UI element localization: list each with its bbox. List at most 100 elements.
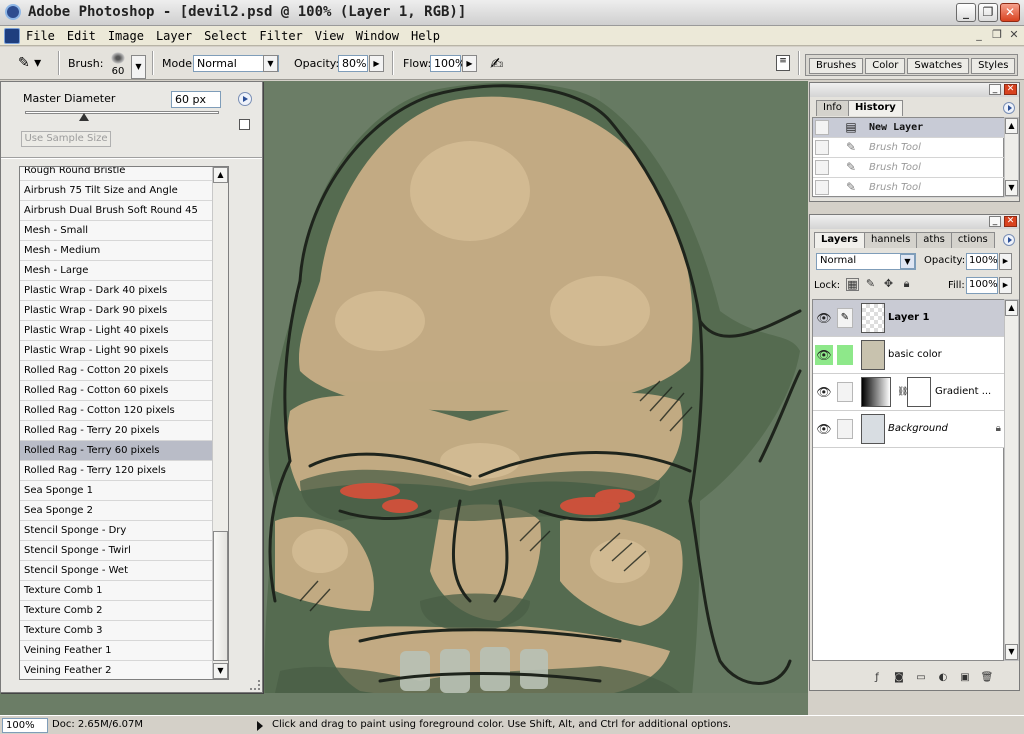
scroll-up-button[interactable]: ▲ <box>213 167 228 183</box>
new-brush-button[interactable] <box>239 119 250 130</box>
brush-item[interactable]: Sea Sponge 1 <box>20 481 213 501</box>
history-list[interactable]: ▤ New Layer ✎ Brush Tool ✎ Brush Tool ✎ … <box>812 117 1005 198</box>
menu-window[interactable]: Window <box>356 29 399 43</box>
palette-close-button[interactable]: ✕ <box>1004 84 1017 95</box>
menu-view[interactable]: View <box>315 29 344 43</box>
scroll-thumb[interactable] <box>213 531 228 661</box>
tab-color[interactable]: Color <box>865 58 906 74</box>
menu-image[interactable]: Image <box>108 29 144 43</box>
palette-options-icon[interactable]: ≡ <box>776 55 790 71</box>
brush-item[interactable]: Rolled Rag - Cotton 120 pixels <box>20 401 213 421</box>
history-state[interactable]: ✎ Brush Tool <box>813 178 1005 198</box>
history-state[interactable]: ✎ Brush Tool <box>813 158 1005 178</box>
lock-pixels-icon[interactable]: ✎ <box>864 278 877 291</box>
history-source-box[interactable] <box>815 180 829 195</box>
layers-menu-button[interactable] <box>1003 234 1015 246</box>
tool-preset-picker[interactable]: ✎ ▾ <box>18 55 54 73</box>
brush-item[interactable]: Rolled Rag - Terry 120 pixels <box>20 461 213 481</box>
brush-item[interactable]: Stencil Sponge - Wet <box>20 561 213 581</box>
brush-menu-button[interactable] <box>238 92 252 106</box>
link-box[interactable] <box>837 345 853 365</box>
brush-list-scrollbar[interactable]: ▲ ▼ <box>212 167 228 679</box>
history-source-box[interactable] <box>815 120 829 135</box>
layer-opacity-slider-button[interactable]: ▶ <box>999 253 1012 270</box>
tab-actions[interactable]: ctions <box>950 232 995 248</box>
status-menu-arrow-icon[interactable] <box>257 721 263 731</box>
tab-history[interactable]: History <box>847 100 903 116</box>
brush-item[interactable]: Rough Round Bristle <box>20 167 213 181</box>
layer-row-basic-color[interactable]: 👁︎ basic color <box>813 337 1005 374</box>
new-layer-icon[interactable]: ▣ <box>957 672 973 686</box>
opacity-slider-button[interactable]: ▶ <box>369 55 384 72</box>
mode-select-arrow[interactable]: ▼ <box>263 55 278 72</box>
palette-minimize-button[interactable]: _ <box>989 84 1001 95</box>
tab-styles[interactable]: Styles <box>971 58 1016 74</box>
doc-close-button[interactable]: ✕ <box>1005 28 1023 44</box>
brush-picker-arrow[interactable]: ▼ <box>131 55 146 79</box>
restore-button[interactable]: ❐ <box>978 3 998 22</box>
palette-close-button[interactable]: ✕ <box>1004 216 1017 227</box>
brush-item[interactable]: Plastic Wrap - Light 90 pixels <box>20 341 213 361</box>
brush-item[interactable]: Mesh - Large <box>20 261 213 281</box>
tab-swatches[interactable]: Swatches <box>907 58 970 74</box>
fill-slider-button[interactable]: ▶ <box>999 277 1012 294</box>
menu-select[interactable]: Select <box>204 29 247 43</box>
link-box[interactable] <box>837 382 853 402</box>
brush-preset-picker[interactable]: 60 <box>106 52 130 77</box>
menu-filter[interactable]: Filter <box>259 29 302 43</box>
lock-position-icon[interactable]: ✥ <box>882 278 895 291</box>
layer-row-gradient[interactable]: 👁︎ ⛓ Gradient ... <box>813 374 1005 411</box>
brush-item[interactable]: Veining Feather 1 <box>20 641 213 661</box>
brush-item[interactable]: Airbrush 75 Tilt Size and Angle <box>20 181 213 201</box>
doc-restore-button[interactable]: ❐ <box>988 28 1006 44</box>
menu-help[interactable]: Help <box>411 29 440 43</box>
layer-row-background[interactable]: 👁︎ Background 🔒︎ <box>813 411 1005 448</box>
scroll-up-button[interactable]: ▲ <box>1005 118 1018 134</box>
airbrush-icon[interactable]: ✍ <box>490 54 503 73</box>
tab-paths[interactable]: aths <box>916 232 952 248</box>
link-box[interactable] <box>837 419 853 439</box>
layers-palette-titlebar[interactable]: _ ✕ <box>810 215 1019 229</box>
tab-channels[interactable]: hannels <box>864 232 918 248</box>
adjustment-layer-icon[interactable]: ◐ <box>935 672 951 686</box>
history-source-box[interactable] <box>815 160 829 175</box>
flow-field[interactable]: 100% <box>430 55 465 72</box>
zoom-field[interactable]: 100% <box>2 718 48 733</box>
history-palette-titlebar[interactable]: _ ✕ <box>810 83 1019 97</box>
brush-list[interactable]: Rough Round Bristle Airbrush 75 Tilt Size… <box>19 166 229 680</box>
layer-row-layer-1[interactable]: 👁︎ ✎ Layer 1 <box>813 300 1005 337</box>
scroll-up-button[interactable]: ▲ <box>1005 300 1018 316</box>
menu-file[interactable]: File <box>26 29 55 43</box>
history-state[interactable]: ✎ Brush Tool <box>813 138 1005 158</box>
brush-item[interactable]: Mesh - Medium <box>20 241 213 261</box>
brush-item[interactable]: Stencil Sponge - Twirl <box>20 541 213 561</box>
lock-all-icon[interactable]: 🔒︎ <box>900 278 913 291</box>
history-source-box[interactable] <box>815 140 829 155</box>
brush-item[interactable]: Rolled Rag - Cotton 60 pixels <box>20 381 213 401</box>
history-snapshot[interactable]: ▤ New Layer <box>813 118 1005 138</box>
layer-mask-icon[interactable]: ◙ <box>891 672 907 686</box>
brush-item[interactable]: Texture Comb 2 <box>20 601 213 621</box>
tab-layers[interactable]: Layers <box>814 232 865 248</box>
master-diameter-field[interactable]: 60 px <box>171 91 221 108</box>
master-diameter-slider-thumb[interactable] <box>79 113 89 121</box>
brush-item[interactable]: Stencil Sponge - Dry <box>20 521 213 541</box>
document-icon[interactable] <box>4 28 20 44</box>
scroll-down-button[interactable]: ▼ <box>1005 180 1018 196</box>
brush-item[interactable]: Rolled Rag - Terry 60 pixels <box>20 441 213 461</box>
flow-slider-button[interactable]: ▶ <box>462 55 477 72</box>
doc-minimize-button[interactable]: _ <box>970 28 988 44</box>
tab-brushes[interactable]: Brushes <box>809 58 864 74</box>
brush-item[interactable]: Texture Comb 1 <box>20 581 213 601</box>
brush-item[interactable]: Mesh - Small <box>20 221 213 241</box>
brush-link-icon[interactable]: ✎ <box>837 308 853 328</box>
use-sample-size-button[interactable]: Use Sample Size <box>21 131 111 147</box>
minimize-button[interactable]: _ <box>956 3 976 22</box>
scroll-down-button[interactable]: ▼ <box>213 663 228 679</box>
history-menu-button[interactable] <box>1003 102 1015 114</box>
trash-icon[interactable]: 🗑︎ <box>979 672 995 686</box>
menu-layer[interactable]: Layer <box>156 29 192 43</box>
layer-list[interactable]: 👁︎ ✎ Layer 1 👁︎ basic color 👁︎ ⛓ Gradien… <box>812 299 1005 661</box>
blend-mode-arrow[interactable]: ▼ <box>900 254 915 269</box>
brush-item[interactable]: Sea Sponge 2 <box>20 501 213 521</box>
